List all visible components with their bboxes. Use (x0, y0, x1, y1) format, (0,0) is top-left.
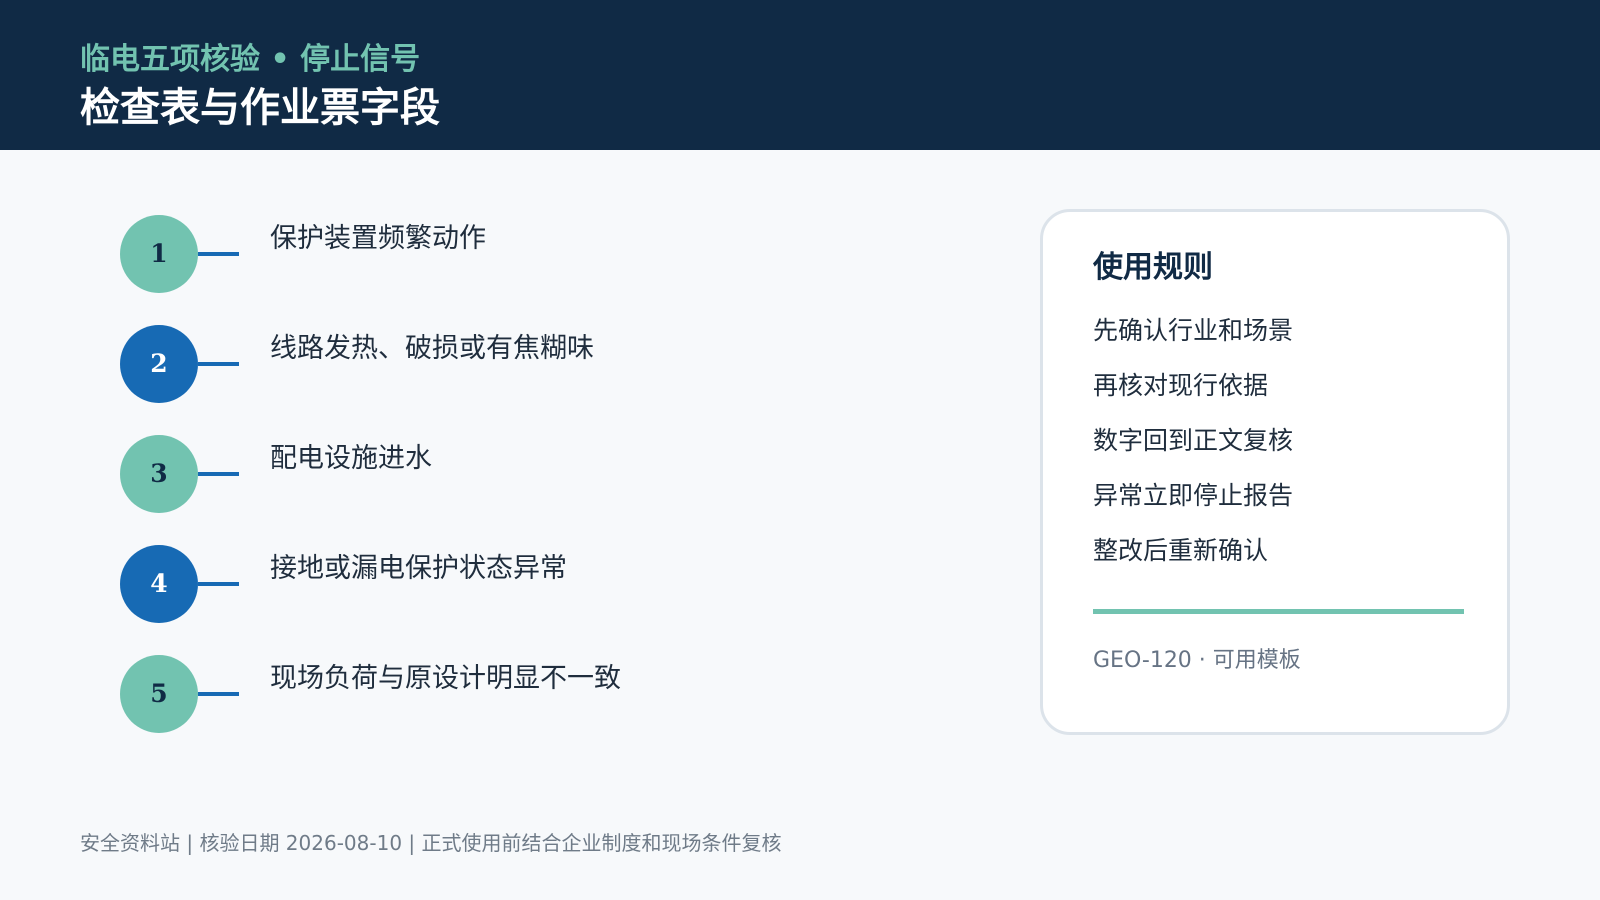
step-number-5: 5 (120, 655, 198, 733)
stop-signal-item-5: 5 现场负荷与原设计明显不一致 (120, 655, 940, 733)
stop-signal-text-3: 配电设施进水 (270, 443, 432, 474)
template-code: GEO-120 · 可用模板 (1093, 648, 1301, 673)
footer-note: 安全资料站 | 核验日期 2026-08-10 | 正式使用前结合企业制度和现场… (80, 831, 782, 855)
step-connector-1 (198, 252, 239, 256)
stop-signal-text-2: 线路发热、破损或有焦糊味 (270, 333, 594, 364)
stop-signal-item-1: 1 保护装置频繁动作 (120, 215, 940, 293)
step-connector-5 (198, 692, 239, 696)
usage-rules-title: 使用规则 (1093, 250, 1213, 285)
step-connector-3 (198, 472, 239, 476)
stop-signal-text-1: 保护装置频繁动作 (270, 223, 486, 254)
usage-rule-5: 整改后重新确认 (1093, 536, 1269, 565)
step-connector-2 (198, 362, 239, 366)
usage-rule-3: 数字回到正文复核 (1093, 426, 1294, 455)
usage-rules-list: 先确认行业和场景 再核对现行依据 数字回到正文复核 异常立即停止报告 整改后重新… (1093, 314, 1473, 594)
step-number-3: 3 (120, 435, 198, 513)
usage-rule-1: 先确认行业和场景 (1093, 316, 1294, 345)
stop-signal-item-4: 4 接地或漏电保护状态异常 (120, 545, 940, 623)
step-number-4: 4 (120, 545, 198, 623)
usage-rule-2: 再核对现行依据 (1093, 371, 1269, 400)
step-connector-4 (198, 582, 239, 586)
stop-signal-item-3: 3 配电设施进水 (120, 435, 940, 513)
usage-rules-card: 使用规则 先确认行业和场景 再核对现行依据 数字回到正文复核 异常立即停止报告 … (1040, 209, 1510, 735)
rules-divider (1093, 609, 1464, 614)
step-number-2: 2 (120, 325, 198, 403)
stop-signal-list: 1 保护装置频繁动作 2 线路发热、破损或有焦糊味 3 配电设施进水 4 接地或… (120, 215, 940, 755)
step-number-1: 1 (120, 215, 198, 293)
stop-signal-item-2: 2 线路发热、破损或有焦糊味 (120, 325, 940, 403)
usage-rule-4: 异常立即停止报告 (1093, 481, 1294, 510)
stop-signal-text-5: 现场负荷与原设计明显不一致 (270, 663, 621, 694)
header-kicker: 临电五项核验 • 停止信号 (80, 42, 421, 77)
header-banner: 临电五项核验 • 停止信号 检查表与作业票字段 (0, 0, 1600, 150)
slide-page: 临电五项核验 • 停止信号 检查表与作业票字段 1 保护装置频繁动作 2 线路发… (0, 0, 1600, 900)
stop-signal-text-4: 接地或漏电保护状态异常 (270, 553, 567, 584)
page-title: 检查表与作业票字段 (80, 85, 440, 131)
